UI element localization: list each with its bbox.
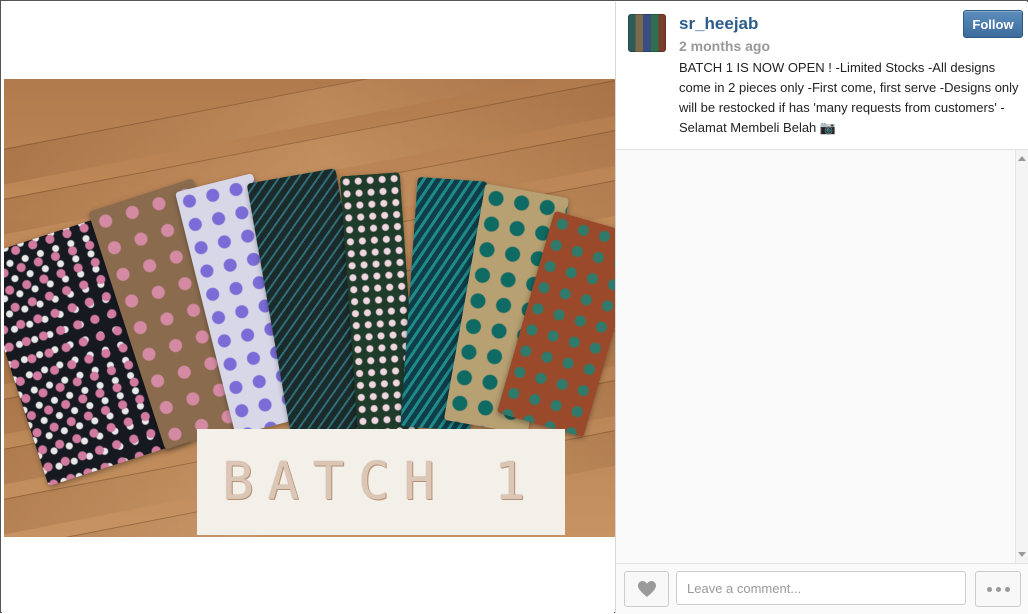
scroll-up-icon[interactable]	[1018, 156, 1026, 161]
username-link[interactable]: sr_heejab	[679, 14, 758, 34]
avatar[interactable]	[628, 14, 666, 52]
follow-button[interactable]: Follow	[963, 10, 1023, 38]
more-dots-icon	[986, 586, 992, 592]
scroll-down-icon[interactable]	[1018, 552, 1026, 557]
details-panel: sr_heejab 2 months ago BATCH 1 IS NOW OP…	[615, 2, 1028, 614]
post-timestamp: 2 months ago	[679, 38, 771, 54]
post-header: sr_heejab 2 months ago BATCH 1 IS NOW OP…	[616, 2, 1028, 150]
more-dot	[995, 586, 1001, 592]
comment-input[interactable]	[676, 571, 966, 605]
batch-sign: BATCH 1	[197, 429, 565, 535]
more-options-button[interactable]	[975, 571, 1021, 607]
more-dot	[1004, 586, 1010, 592]
heart-icon	[637, 581, 656, 597]
comments-area[interactable]	[616, 150, 1016, 563]
like-button[interactable]	[624, 571, 669, 607]
batch-sign-text: BATCH 1	[222, 452, 540, 512]
instagram-embed-window: BATCH 1 sr_heejab 2 months ago BATCH 1 I…	[0, 0, 1028, 614]
post-photo[interactable]: BATCH 1	[4, 79, 615, 537]
comments-scrollbar[interactable]	[1015, 150, 1028, 563]
media-pane: BATCH 1	[2, 2, 615, 613]
comment-bar	[616, 563, 1028, 614]
post-caption: BATCH 1 IS NOW OPEN ! -Limited Stocks -A…	[679, 60, 1019, 135]
